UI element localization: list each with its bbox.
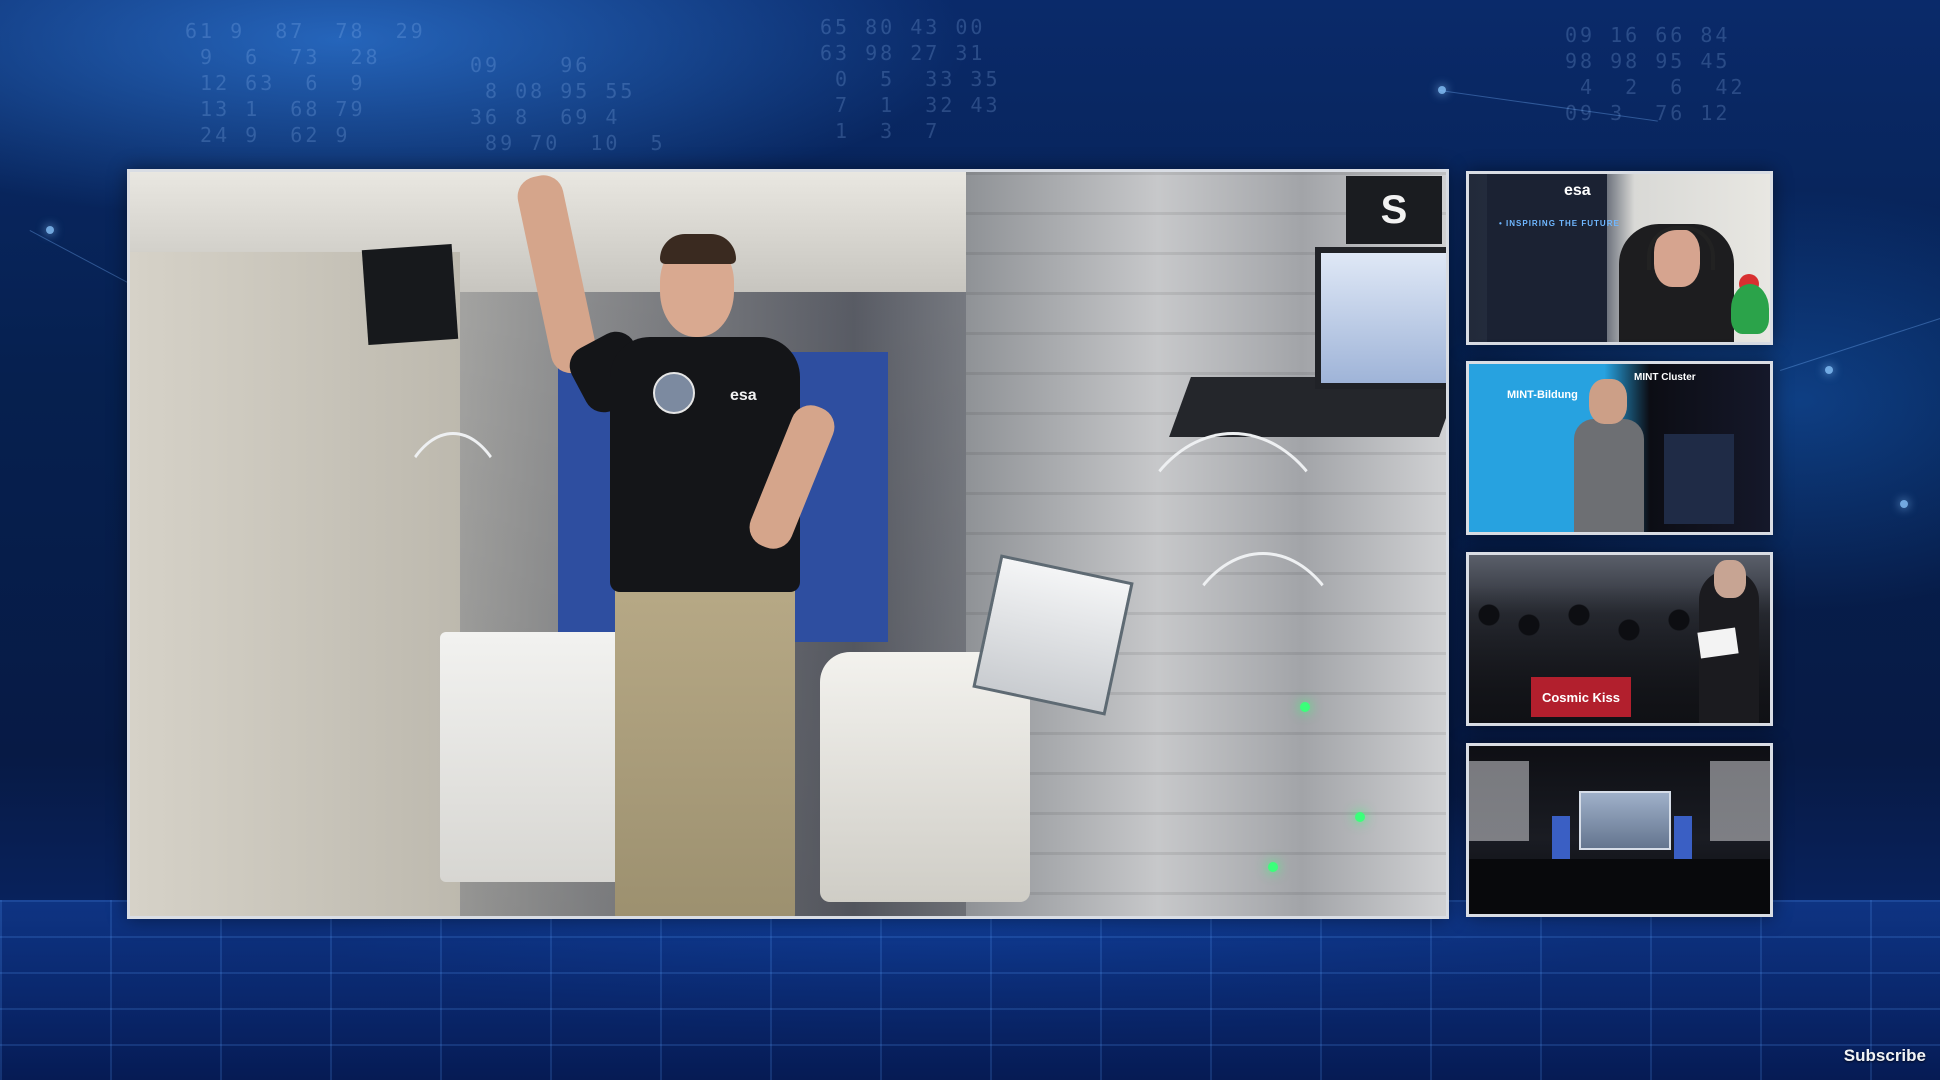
skype-icon: S	[1346, 176, 1442, 244]
livestream-stage: 61 9 87 78 29 9 6 73 28 12 63 6 9 13 1 6…	[0, 0, 1940, 1080]
speaker-body	[1574, 419, 1644, 532]
presentation-screen	[1664, 434, 1734, 524]
network-node	[1438, 86, 1446, 94]
thumbnail-audience[interactable]: Cosmic Kiss	[1466, 552, 1773, 726]
background-digits-2: 09 96 8 08 95 55 36 8 69 4 89 70 10 5	[470, 53, 666, 155]
cosmic-kiss-banner: Cosmic Kiss	[1531, 677, 1631, 717]
mint-sign: MINT-Bildung	[1507, 389, 1578, 401]
astronaut-hair	[660, 234, 736, 264]
projection-screen	[1579, 791, 1671, 850]
headset-icon	[1647, 226, 1715, 270]
presenter-head	[1714, 560, 1746, 598]
background-digits-3: 65 80 43 00 63 98 27 31 0 5 33 35 7 1 32…	[820, 15, 1001, 143]
blue-banner-right	[1674, 816, 1692, 861]
main-video-feed[interactable]: esa S esa	[127, 169, 1449, 919]
subscribe-button[interactable]: Subscribe	[1844, 1046, 1926, 1066]
thumbnail-auditorium[interactable]	[1466, 743, 1773, 917]
cluster-sign: MINT Cluster	[1634, 372, 1696, 383]
mission-patch	[653, 372, 695, 414]
plush-toy	[1731, 284, 1769, 334]
presenter-paper	[1697, 627, 1739, 659]
black-polo	[610, 337, 800, 592]
auditorium-audience	[1469, 859, 1770, 914]
network-node	[1900, 500, 1908, 508]
thumbnail-host[interactable]: esa • INSPIRING THE FUTURE	[1466, 171, 1773, 345]
mounted-monitor	[361, 243, 459, 346]
status-light	[1268, 862, 1278, 872]
speaker-head	[1589, 379, 1627, 424]
status-light	[1300, 702, 1310, 712]
network-line	[1780, 317, 1940, 371]
trousers	[615, 582, 795, 916]
cable	[1170, 552, 1356, 818]
grid-floor	[0, 900, 1940, 1080]
thumbnail-speaker[interactable]: MINT Cluster MINT-Bildung	[1466, 361, 1773, 535]
poster-tagline: • INSPIRING THE FUTURE	[1499, 219, 1620, 228]
status-light	[1355, 812, 1365, 822]
floating-tablet	[972, 554, 1134, 716]
network-node	[1825, 366, 1833, 374]
background-digits-1: 61 9 87 78 29 9 6 73 28 12 63 6 9 13 1 6…	[185, 19, 426, 147]
chest-esa-logo: esa	[730, 387, 757, 404]
network-node	[46, 226, 54, 234]
cable	[390, 432, 516, 658]
blue-banner-left	[1552, 816, 1570, 861]
laptop-screen	[1315, 247, 1446, 389]
astronaut: esa	[513, 172, 841, 916]
poster-esa-logo: esa	[1564, 182, 1591, 199]
